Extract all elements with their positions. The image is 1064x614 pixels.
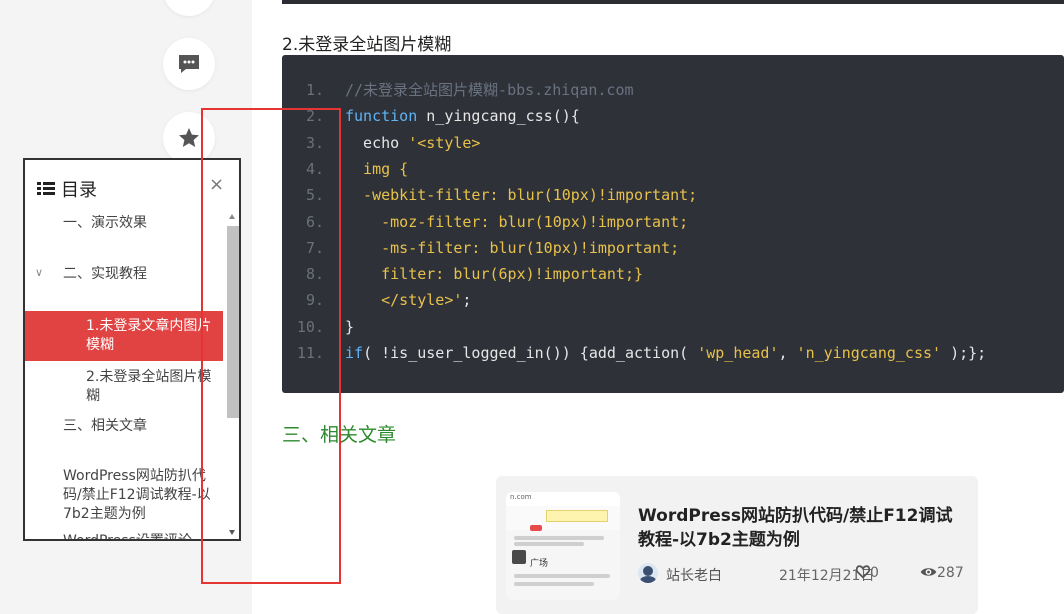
code-text: } xyxy=(345,317,355,336)
view-count: 287 xyxy=(920,565,964,581)
star-icon xyxy=(179,128,199,147)
related-article-card[interactable]: n.com 广场 WordPress网站防扒代码/禁止F12调试教程-以7b2主… xyxy=(496,476,978,614)
toc-item-related[interactable]: 三、相关文章 xyxy=(63,417,147,436)
toc-item-article-2[interactable]: WordPress设置评论 xyxy=(63,532,213,539)
code-text: echo '<style> xyxy=(345,133,481,152)
toc-item-article-1[interactable]: WordPress网站防扒代码/禁止F12调试教程-以7b2主题为例 xyxy=(63,467,213,524)
toc-item-demo[interactable]: 一、演示效果 xyxy=(63,214,147,233)
comment-button[interactable] xyxy=(163,38,215,90)
code-text: filter: blur(6px)!important;} xyxy=(345,265,644,284)
author-name[interactable]: 站长老白 xyxy=(666,565,722,585)
toc-item-tutorial[interactable]: 二、实现教程 xyxy=(63,265,147,284)
code-text: -ms-filter: blur(10px)!important; xyxy=(345,238,680,257)
toc-item-active[interactable]: 1.未登录文章内图片模糊 xyxy=(25,311,223,361)
thumbnail-url: n.com xyxy=(510,493,532,501)
article-thumbnail[interactable]: n.com 广场 xyxy=(506,492,620,600)
chevron-down-icon[interactable]: ∨ xyxy=(35,266,43,279)
heart-icon xyxy=(855,565,871,579)
line-number: 1. xyxy=(305,81,324,99)
code-text: function n_yingcang_css(){ xyxy=(345,107,580,126)
annotation-highlight-box xyxy=(201,108,341,584)
like-count-value: 0 xyxy=(870,565,879,581)
code-text: </style>'; xyxy=(345,291,472,310)
previous-code-block-edge xyxy=(282,0,1064,4)
code-block: 1.//未登录全站图片模糊-bbs.zhiqan.com 2. function n… xyxy=(282,55,1064,393)
thumbnail-text: 广场 xyxy=(530,559,549,569)
article-title-link[interactable]: WordPress网站防扒代码/禁止F12调试教程-以7b2主题为例 xyxy=(638,504,958,552)
author-avatar[interactable] xyxy=(638,563,658,583)
code-text: img { xyxy=(345,159,409,178)
toc-item-site-blur[interactable]: 2.未登录全站图片模糊 xyxy=(86,368,212,406)
view-count-value: 287 xyxy=(937,565,964,581)
eye-icon xyxy=(920,568,937,576)
code-text: -moz-filter: blur(10px)!important; xyxy=(345,212,689,231)
list-icon xyxy=(37,182,55,196)
like-count[interactable]: 0 xyxy=(855,565,879,581)
code-text: if( !is_user_logged_in()) {add_action( '… xyxy=(345,344,987,362)
subheading: 2.未登录全站图片模糊 xyxy=(282,35,452,55)
toc-header: 目录 xyxy=(37,176,97,202)
code-text: -webkit-filter: blur(10px)!important; xyxy=(345,186,698,205)
code-text: //未登录全站图片模糊-bbs.zhiqan.com xyxy=(345,81,634,99)
toc-item-label: 1.未登录文章内图片模糊 xyxy=(86,318,212,353)
comment-icon xyxy=(179,55,199,73)
toc-title: 目录 xyxy=(61,180,97,201)
